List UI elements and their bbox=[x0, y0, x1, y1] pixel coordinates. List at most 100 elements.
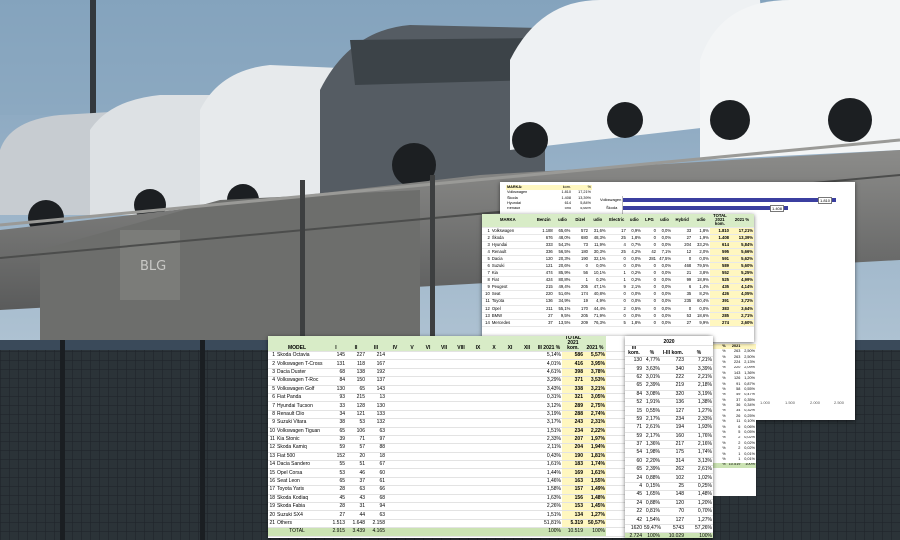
cell: 2 bbox=[482, 234, 491, 242]
empty-cell bbox=[404, 527, 420, 537]
cell: 1,49% bbox=[584, 485, 606, 495]
empty-cell bbox=[452, 418, 470, 428]
cell: 3,29% bbox=[536, 376, 562, 386]
empty-cell bbox=[404, 359, 420, 369]
cell: 134 bbox=[562, 510, 584, 520]
cell: 2 bbox=[606, 305, 627, 313]
empty-cell bbox=[470, 485, 486, 495]
cell: 63 bbox=[346, 485, 366, 495]
cell: 20,3% bbox=[553, 255, 572, 264]
empty-cell bbox=[518, 418, 536, 428]
cell: Fiat 500 bbox=[276, 452, 326, 462]
cell: 66 bbox=[366, 485, 386, 495]
cell: 595 bbox=[709, 248, 731, 256]
cell: 0,9% bbox=[626, 227, 642, 235]
cell: 3,8% bbox=[692, 269, 710, 278]
table-row: 52 1,91% 136 1,38% bbox=[625, 398, 713, 408]
cell: 0 bbox=[641, 234, 657, 242]
empty-cell bbox=[436, 494, 452, 504]
cell: 3,13% bbox=[685, 457, 713, 467]
cell: 10.519 bbox=[728, 462, 741, 467]
cell: 150 bbox=[346, 376, 366, 386]
cell: 0,5% bbox=[626, 305, 642, 313]
empty-cell bbox=[436, 376, 452, 386]
header-month: I bbox=[326, 336, 346, 352]
empty-cell bbox=[436, 359, 452, 369]
cell: Opel bbox=[490, 305, 534, 313]
cell: 3,64% bbox=[730, 305, 754, 313]
cell: 0,0% bbox=[657, 305, 673, 313]
chart-label: Volkswagen bbox=[600, 197, 622, 202]
empty-cell bbox=[386, 418, 404, 428]
cell: 65 bbox=[625, 381, 643, 391]
cell: 46 bbox=[346, 468, 366, 478]
cell: 21 bbox=[268, 519, 276, 529]
cell: 5,14% bbox=[536, 351, 562, 361]
cell: Dacia bbox=[490, 255, 534, 264]
empty-cell bbox=[486, 368, 502, 378]
cell: Fiat Panda bbox=[276, 393, 326, 403]
cell: 1,51% bbox=[536, 510, 562, 520]
empty-cell bbox=[386, 468, 404, 478]
cell: 2,39% bbox=[643, 381, 661, 391]
header-pct: % bbox=[643, 345, 661, 357]
empty-cell bbox=[502, 435, 518, 445]
cell: 0,70% bbox=[685, 507, 713, 517]
cell: 4,2% bbox=[626, 248, 642, 256]
cell: 192 bbox=[366, 368, 386, 378]
cell: Hyundai Tucson bbox=[276, 401, 326, 411]
cell: 88 bbox=[366, 443, 386, 453]
cell: 8 bbox=[268, 410, 276, 420]
cell: 45 bbox=[625, 490, 643, 500]
empty-cell bbox=[452, 427, 470, 436]
cell: 2,33% bbox=[536, 435, 562, 445]
cell: 0,0% bbox=[657, 319, 673, 327]
cell: 13 bbox=[366, 393, 386, 403]
cell: 1,54% bbox=[643, 515, 661, 525]
header-dizel: Dizel bbox=[571, 214, 590, 228]
cell: Suzuki SX4 bbox=[276, 510, 326, 520]
empty-cell bbox=[420, 519, 436, 529]
cell: 1,8% bbox=[626, 319, 642, 327]
cell: 13 bbox=[482, 312, 491, 320]
cell: BMW bbox=[490, 312, 534, 320]
empty-cell bbox=[436, 435, 452, 445]
empty-cell bbox=[502, 502, 518, 512]
cell: 35 bbox=[672, 290, 693, 299]
cell: 97 bbox=[366, 435, 386, 445]
cell: 3 bbox=[482, 241, 491, 249]
cell: 27 bbox=[326, 510, 346, 520]
cell: 0,0% bbox=[657, 234, 673, 242]
cell: 0,0% bbox=[626, 290, 642, 299]
cell: 59 bbox=[625, 432, 643, 441]
cell: 289 bbox=[562, 401, 584, 411]
empty-cell bbox=[470, 410, 486, 420]
empty-cell bbox=[452, 385, 470, 394]
empty-cell bbox=[386, 368, 404, 378]
cell: 1,38% bbox=[685, 398, 713, 408]
cell: 71 bbox=[625, 423, 643, 433]
cell: 3,78% bbox=[584, 368, 606, 378]
cell: 0,0% bbox=[657, 269, 673, 278]
empty-cell bbox=[452, 410, 470, 420]
empty-cell bbox=[486, 393, 502, 403]
empty-cell bbox=[486, 359, 502, 369]
cell: 3,39% bbox=[685, 364, 713, 374]
cell: 53 bbox=[326, 468, 346, 478]
cell: 9,9% bbox=[692, 319, 710, 327]
empty-cell bbox=[420, 443, 436, 453]
cell: 4,9% bbox=[589, 298, 607, 306]
cell: 1,51% bbox=[536, 427, 562, 436]
empty-cell bbox=[452, 435, 470, 445]
cell: 321 bbox=[562, 393, 584, 403]
empty-cell bbox=[404, 502, 420, 512]
header-march-pct: III 2021 % bbox=[536, 336, 562, 352]
cell: 121 bbox=[533, 262, 554, 271]
cell: Volkswagen bbox=[490, 227, 534, 235]
cell: 59 bbox=[326, 443, 346, 453]
cell: 2,16% bbox=[685, 440, 713, 450]
cell: 3,19% bbox=[685, 390, 713, 399]
cell: 10 bbox=[482, 290, 491, 299]
empty-cell bbox=[420, 452, 436, 462]
cell: 0,0% bbox=[657, 283, 673, 292]
